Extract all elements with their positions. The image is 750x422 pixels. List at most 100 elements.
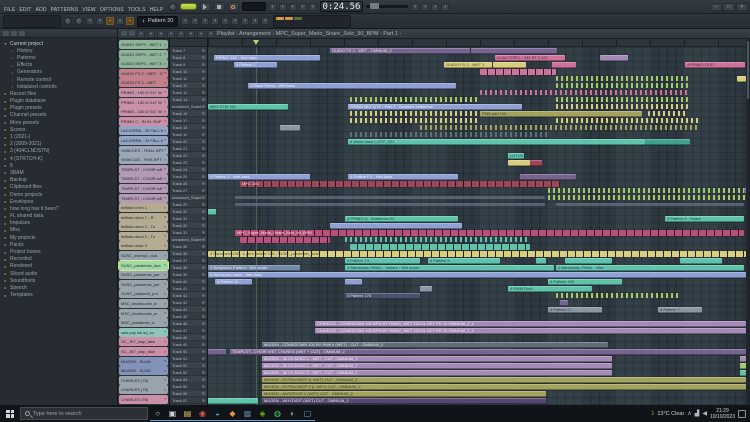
- clip-11[interactable]: [556, 76, 688, 81]
- browser-item-plugin-presets[interactable]: ▸Plugin presets: [3, 105, 117, 112]
- pattern-selector[interactable]: ▲▼ Pattern 20: [137, 16, 178, 27]
- clip-79-mugen-38-xx-adko-2-wet-c[interactable]: MUGEN - 38 XX ADKO 2 - WET - CUT - OMNIU…: [262, 363, 612, 369]
- pl-delete-icon[interactable]: ▪: [157, 30, 165, 38]
- select-tool-icon[interactable]: ▪: [241, 17, 249, 25]
- browser-item-impulses[interactable]: ▸Impulses: [3, 220, 117, 227]
- track-mute-dot[interactable]: [202, 280, 205, 283]
- picker-clip-12[interactable]: SHAKCAS - FINK BPT▾: [119, 155, 168, 164]
- track-header-33[interactable]: Track 33: [170, 229, 207, 236]
- track-header-26[interactable]: Track 26: [170, 180, 207, 187]
- track-mute-dot[interactable]: [202, 112, 205, 115]
- picker-clip-menu-icon[interactable]: ▾: [164, 225, 166, 229]
- nvidia-icon[interactable]: ◈: [255, 406, 270, 421]
- browser-toggle-icon[interactable]: ▪: [126, 17, 134, 25]
- browser-item-initialized-controls[interactable]: •Initialized controls: [3, 83, 117, 90]
- browser-item-4-strtch-k-[interactable]: ▸4 (STRTCH-K): [3, 155, 117, 162]
- picker-clip-menu-icon[interactable]: ▾: [164, 388, 166, 392]
- picker-clip-37[interactable]: CHARLES (78)▾: [119, 395, 168, 404]
- picker-clip-menu-icon[interactable]: ▾: [164, 119, 166, 123]
- clip-29-4-wave-bass-i-gtf-001[interactable]: 4 Wave bass I_GTF_001: [348, 139, 645, 145]
- clip-27[interactable]: [420, 125, 700, 130]
- picker-clip-11[interactable]: SHAKCES - FINAL BPT▾: [119, 146, 168, 155]
- track-header-23[interactable]: Track 23: [170, 159, 207, 166]
- picker-clip-menu-icon[interactable]: ▾: [164, 302, 166, 306]
- clip-31-lotus[interactable]: LOTUS: [508, 153, 524, 159]
- picker-clip-10[interactable]: LACIGRRA - 33 FALL K▾: [119, 136, 168, 145]
- clip-60-4-bandcamp-final-wet[interactable]: 4 Bandcamp FINAL - Wet: [556, 265, 744, 271]
- picker-clip-menu-icon[interactable]: ▾: [164, 244, 166, 248]
- clip-64-4-pattern-150[interactable]: 4 Pattern 150: [548, 279, 622, 285]
- picker-clip-33[interactable]: MUGEN - SLUM▾: [119, 357, 168, 366]
- picker-clip-menu-icon[interactable]: ▾: [164, 196, 166, 200]
- track-header-49[interactable]: Track 49: [170, 341, 207, 348]
- track-mute-dot[interactable]: [202, 161, 205, 164]
- track-mute-dot[interactable]: [202, 245, 205, 248]
- picker-clip-13[interactable]: TEMPLST - CHOIR wE▾: [119, 165, 168, 174]
- picker-clip-9[interactable]: LACIGRRA - 33 FALL K▾: [119, 126, 168, 135]
- track-mute-dot[interactable]: [202, 63, 205, 66]
- picker-clip-21[interactable]: bellista duda 3▾: [119, 241, 168, 250]
- track-header-9[interactable]: Track 9: [170, 61, 207, 68]
- picker-clip-menu-icon[interactable]: ▾: [164, 62, 166, 66]
- picker-clip-14[interactable]: TEMPLST - CHOIR wE▾: [119, 174, 168, 183]
- chrome-icon[interactable]: ◉: [195, 406, 210, 421]
- picker-clip-menu-icon[interactable]: ▾: [164, 43, 166, 47]
- clip-10[interactable]: [480, 69, 556, 75]
- clip-2-primo-150-wet-bass[interactable]: PRIMO 150 - Wet bass: [214, 55, 320, 61]
- clip-37-mpc-150[interactable]: MPC 150: [240, 181, 560, 187]
- clip-26[interactable]: [280, 125, 300, 131]
- browser-item-misc[interactable]: ▸Misc: [3, 227, 117, 234]
- clip-69[interactable]: [560, 300, 568, 306]
- clip-65[interactable]: [420, 286, 432, 292]
- picker-clip-35[interactable]: CHARLES (78)▾: [119, 376, 168, 385]
- track-mute-dot[interactable]: [202, 49, 205, 52]
- track-mute-dot[interactable]: [202, 140, 205, 143]
- track-mute-dot[interactable]: [202, 350, 205, 353]
- clip-19-primo-blk-qty-part-2-scr[interactable]: PRIMO BLK QTY - Part 2 - Screwed ambienc…: [348, 104, 522, 110]
- clip-35-4-outline-fx-wet-bass[interactable]: 4 Outline FX - Wet bass: [348, 174, 458, 180]
- track-mute-dot[interactable]: [202, 357, 205, 360]
- track-mute-dot[interactable]: [202, 196, 205, 199]
- track-mute-dot[interactable]: [202, 217, 205, 220]
- clip-51[interactable]: [350, 244, 530, 250]
- browser-item-more-presets[interactable]: ▸More presets: [3, 119, 117, 126]
- clip-50[interactable]: [345, 237, 528, 242]
- clip-14[interactable]: [556, 83, 688, 88]
- clip-81-mugen-38-xx-adko-3-wet-c[interactable]: MUGEN - 38 XX ADKO 3 - WET - CUT - OMNIU…: [262, 370, 612, 376]
- track-header-38[interactable]: Track 38: [170, 264, 207, 271]
- midi-icon[interactable]: ▪: [431, 3, 439, 11]
- browser-item-effects[interactable]: •Effects: [3, 62, 117, 69]
- clip-7[interactable]: [493, 62, 526, 68]
- track-header-53[interactable]: Track 53: [170, 369, 207, 376]
- clip-53-4-pattern-13[interactable]: 4 Pattern 13: [345, 258, 420, 264]
- picker-clip-menu-icon[interactable]: ▾: [164, 100, 166, 104]
- overdub-icon[interactable]: ▪: [411, 3, 419, 11]
- browser-item-current-project[interactable]: ▾Current project: [3, 40, 117, 47]
- playback-tool-icon[interactable]: ▪: [261, 17, 269, 25]
- photos-icon[interactable]: ▩: [240, 406, 255, 421]
- picker-clip-25[interactable]: SUSC_pandemic_per▾: [119, 280, 168, 289]
- shuffle-slider[interactable]: [366, 5, 408, 8]
- picker-clip-menu-icon[interactable]: ▾: [164, 167, 166, 171]
- clip-66-4-pwm-duct[interactable]: 4 PWM Duct: [508, 286, 592, 292]
- play-button[interactable]: [200, 2, 211, 11]
- picker-clip-27[interactable]: MSC_bamboozle_w▾: [119, 299, 168, 308]
- clip-1[interactable]: [471, 48, 557, 54]
- track-header-21[interactable]: Track 21: [170, 145, 207, 152]
- clip-85-mugen-anterior-2-wet-cut[interactable]: MUGEN - ANTERIOR 2 (WET) CUT - OMNIUM_2: [262, 391, 546, 397]
- clip-58-4-bodyblock-pattern-wet-[interactable]: 4 Bodyblock Pattern - Wet snare: [208, 265, 300, 271]
- record-button[interactable]: [228, 2, 239, 11]
- playlist-detach-icon[interactable]: [129, 31, 135, 36]
- picker-clip-menu-icon[interactable]: ▾: [164, 81, 166, 85]
- track-header-51[interactable]: Track 51: [170, 355, 207, 362]
- slice-tool-icon[interactable]: ▪: [231, 17, 239, 25]
- clip-25[interactable]: [556, 118, 700, 123]
- track-mute-dot[interactable]: [202, 70, 205, 73]
- picker-clip-menu-icon[interactable]: ▾: [164, 378, 166, 382]
- clip-48-mpc-super-mario-snare-so[interactable]: MPC_Super_Mario_Snare_Solo_90_BPM: [235, 230, 744, 236]
- picker-clip-menu-icon[interactable]: ▾: [164, 340, 166, 344]
- track-mute-dot[interactable]: [202, 266, 205, 269]
- picker-clip-16[interactable]: TEMPLST - CHOIR wE▾: [119, 194, 168, 203]
- track-header-56[interactable]: Track 56: [170, 390, 207, 397]
- clip-16[interactable]: [350, 97, 480, 102]
